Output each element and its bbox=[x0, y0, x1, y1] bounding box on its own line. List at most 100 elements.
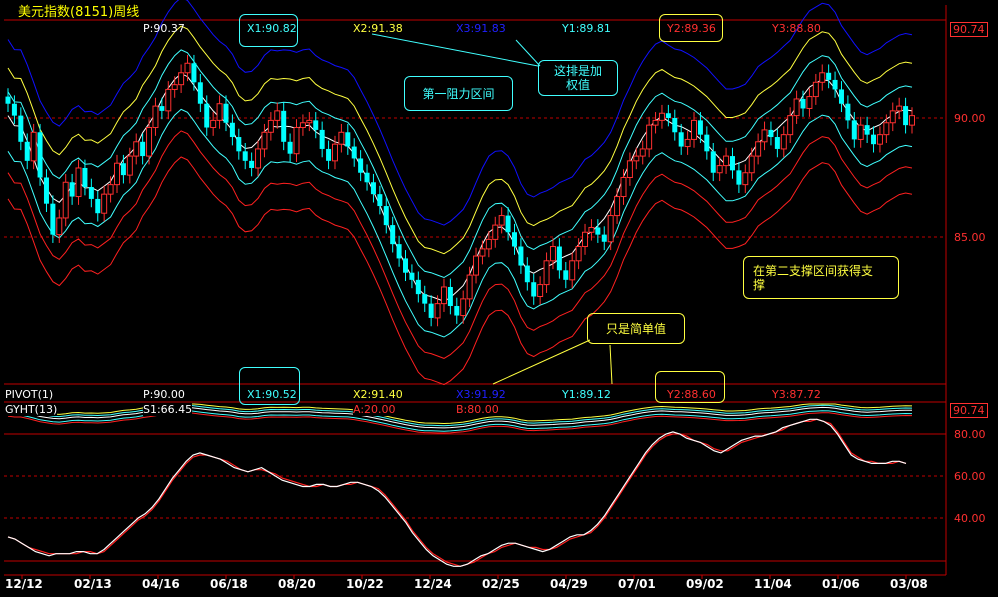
y2-mid-highlight bbox=[655, 371, 725, 403]
candle-body-down bbox=[903, 106, 909, 126]
candle-body-down bbox=[319, 129, 325, 149]
candle-body-up bbox=[62, 181, 69, 219]
candle-body-down bbox=[826, 72, 832, 80]
candle-body-up bbox=[780, 134, 787, 150]
candle-body-up bbox=[582, 231, 589, 248]
candle-body-down bbox=[415, 279, 421, 295]
candle-body-down bbox=[871, 134, 877, 145]
candle-body-up bbox=[331, 143, 338, 162]
oscillator-slow-line bbox=[7, 418, 907, 567]
x-tick-3: 06/18 bbox=[210, 577, 248, 591]
candle-body-down bbox=[390, 225, 396, 245]
candle-body-up bbox=[633, 155, 640, 162]
oscillator-s: S1:66.45 bbox=[143, 403, 193, 416]
osc-tick-80: 80.00 bbox=[954, 428, 986, 441]
candle-body-up bbox=[492, 224, 499, 240]
candle-body-down bbox=[678, 132, 684, 147]
candle-body-down bbox=[5, 96, 11, 104]
candle-body-down bbox=[236, 137, 242, 152]
candle-body-down bbox=[351, 146, 357, 159]
candle-body-up bbox=[646, 124, 653, 150]
candle-body-up bbox=[107, 184, 114, 195]
candle-body-up bbox=[620, 177, 627, 198]
candle-body-down bbox=[11, 103, 17, 116]
candle-body-down bbox=[95, 198, 101, 214]
candle-body-down bbox=[383, 206, 389, 226]
x-tick-4: 08/20 bbox=[278, 577, 316, 591]
pivot-x3: X3:91.92 bbox=[456, 388, 506, 401]
oscillator-a: A:20.00 bbox=[353, 403, 396, 416]
candle-body-down bbox=[242, 151, 248, 161]
candle-body-down bbox=[505, 215, 511, 233]
header-y3: Y3:88.80 bbox=[772, 22, 821, 35]
candle-body-up bbox=[171, 84, 178, 90]
chart-title: 美元指数(8151)周线 bbox=[18, 5, 140, 20]
candle-body-down bbox=[204, 103, 210, 128]
candle-body-up bbox=[479, 248, 486, 257]
simple-note-text: 只是简单值 bbox=[605, 321, 666, 336]
x-tick-6: 12/24 bbox=[414, 577, 452, 591]
candle-body-down bbox=[524, 265, 530, 283]
candle-body-down bbox=[704, 134, 710, 152]
x-tick-8: 04/29 bbox=[550, 577, 588, 591]
candle-body-up bbox=[152, 105, 159, 129]
indicator-name: PIVOT(1) bbox=[5, 388, 54, 401]
candle-body-up bbox=[793, 98, 800, 117]
candle-body-up bbox=[575, 246, 582, 262]
candle-body-up bbox=[569, 260, 576, 281]
candle-body-up bbox=[126, 155, 133, 176]
candle-body-down bbox=[864, 125, 870, 135]
pivot-last-label: 90.74 bbox=[950, 403, 988, 418]
candle-body-up bbox=[338, 131, 345, 145]
candle-body-down bbox=[50, 203, 56, 235]
candle-body-up bbox=[896, 105, 903, 112]
candle-body-up bbox=[498, 215, 505, 226]
candle-body-up bbox=[485, 238, 492, 250]
x-tick-9: 07/01 bbox=[618, 577, 656, 591]
weighted-note-line2: 权值 bbox=[565, 78, 590, 92]
candle-body-up bbox=[165, 88, 172, 112]
candle-body-up bbox=[876, 134, 883, 145]
support-note-line2: 撑 bbox=[753, 277, 766, 292]
candle-body-up bbox=[691, 119, 698, 140]
x1-mid-highlight bbox=[239, 367, 300, 405]
candle-body-down bbox=[229, 122, 235, 138]
candle-body-down bbox=[832, 79, 838, 90]
candle-body-down bbox=[358, 158, 364, 173]
candle-body-up bbox=[30, 131, 37, 162]
simple-note: 只是简单值 bbox=[587, 313, 685, 344]
candle-body-up bbox=[75, 167, 82, 198]
candle-body-down bbox=[409, 272, 415, 280]
header-x3: X3:91.83 bbox=[456, 22, 506, 35]
candle-body-up bbox=[883, 122, 890, 136]
candle-body-up bbox=[857, 124, 864, 140]
candle-body-down bbox=[396, 244, 402, 259]
candle-body-down bbox=[838, 89, 844, 104]
candle-body-down bbox=[82, 167, 88, 188]
candle-body-down bbox=[69, 182, 75, 197]
candle-body-down bbox=[556, 246, 562, 271]
candle-body-down bbox=[774, 137, 780, 149]
candle-body-down bbox=[447, 286, 453, 307]
candle-body-down bbox=[736, 170, 742, 185]
candle-body-down bbox=[88, 187, 94, 199]
candle-body-down bbox=[845, 103, 851, 121]
candle-body-up bbox=[639, 148, 646, 157]
weighted-note: 这排是加 权值 bbox=[538, 60, 618, 96]
candle-body-down bbox=[768, 129, 774, 138]
header-y1: Y1:89.81 bbox=[562, 22, 611, 35]
candle-body-up bbox=[306, 119, 313, 124]
candle-body-up bbox=[184, 62, 191, 74]
candle-body-down bbox=[665, 113, 671, 118]
oscillator-fast-line bbox=[7, 418, 907, 567]
candle-body-up bbox=[146, 127, 153, 157]
candle-body-up bbox=[255, 148, 262, 169]
candle-body-up bbox=[607, 215, 614, 243]
x-tick-5: 10/22 bbox=[346, 577, 384, 591]
candle-body-up bbox=[787, 115, 794, 136]
candle-body-down bbox=[140, 141, 146, 157]
candle-body-up bbox=[299, 122, 306, 129]
candle-body-down bbox=[563, 270, 569, 280]
price-last-label: 90.74 bbox=[950, 22, 988, 37]
x-tick-0: 12/12 bbox=[5, 577, 43, 591]
